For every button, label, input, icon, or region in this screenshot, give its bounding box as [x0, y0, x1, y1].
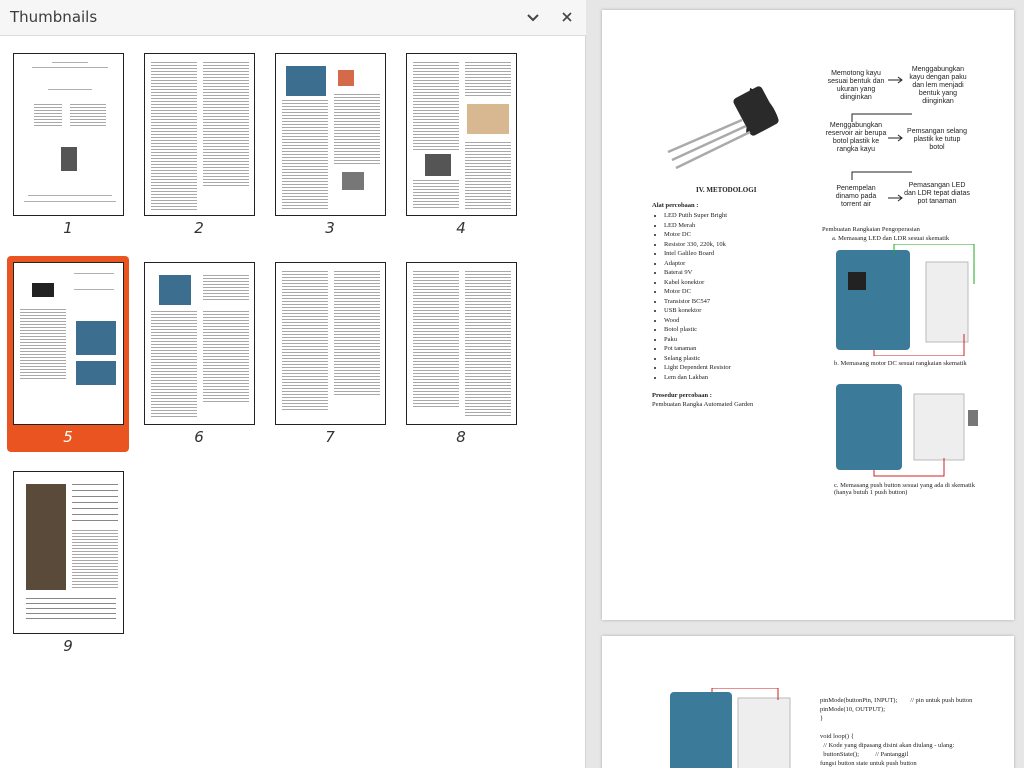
thumbnail-page-7[interactable]: 7	[269, 256, 391, 452]
thumbnails-sidebar: Thumbnails 1 2 3 4 5 6 7 8 9	[0, 0, 586, 768]
thumbnail-page-4[interactable]: 4	[400, 47, 522, 243]
tools-list-item: LED Merah	[664, 221, 731, 231]
tools-list-item: LED Putih Super Bright	[664, 211, 731, 221]
push-button-circuit-image	[670, 688, 791, 768]
procedure-title: Prosedur percobaan :	[652, 392, 712, 399]
step-b: b. Memasang motor DC sesuai rangkaian sk…	[834, 360, 967, 367]
sidebar-title: Thumbnails	[10, 8, 98, 26]
close-icon[interactable]	[556, 7, 578, 29]
thumbnail-page-number: 5	[63, 428, 73, 446]
tools-list-item: Lem dan Lakban	[664, 373, 731, 383]
code-line: // Kode yang dipasang disini akan diulan…	[820, 742, 955, 749]
thumbnail-page-6[interactable]: 6	[138, 256, 260, 452]
thumbnail-page-number: 7	[325, 428, 335, 446]
thumbnail-page-image	[13, 262, 124, 425]
code-line: pinMode(10, OUTPUT);	[820, 706, 885, 713]
document-page-5: Memotong kayu sesuai bentuk dan ukuran y…	[602, 10, 1014, 620]
thumbnail-page-number: 4	[456, 219, 466, 237]
thumbnail-page-number: 1	[63, 219, 73, 237]
tools-list-item: USB konektor	[664, 306, 731, 316]
circuit-title: Pembuatan Rangkaian Pengoperasian	[822, 226, 920, 233]
led-ldr-circuit-image	[836, 244, 975, 356]
tools-list-item: Transistor BC547	[664, 297, 731, 307]
thumbnail-page-image	[144, 262, 255, 425]
step-c: c. Memasang push button sesuai yang ada …	[834, 482, 975, 496]
tools-list-item: Intel Galileo Board	[664, 249, 731, 259]
tools-list: LED Putih Super BrightLED MerahMotor DCR…	[664, 211, 731, 382]
thumbnail-page-9[interactable]: 9	[7, 465, 129, 661]
tools-list-item: Baterai 9V	[664, 268, 731, 278]
sidebar-header: Thumbnails	[0, 0, 586, 36]
thumbnail-page-image	[275, 262, 386, 425]
flow-box-2: Menggabungkan kayu dengan paku dan lem m…	[909, 66, 967, 105]
thumbnail-page-8[interactable]: 8	[400, 256, 522, 452]
tools-list-item: Selang plastic	[664, 354, 731, 364]
code-line: pinMode(buttonPin, INPUT); // pin untuk …	[820, 697, 973, 704]
step-a: a. Memasang LED dan LDR sesuai skematik	[832, 235, 950, 242]
thumbnail-page-1[interactable]: 1	[7, 47, 129, 243]
tools-list-item: Wood	[664, 316, 731, 326]
thumbnail-page-image	[275, 53, 386, 216]
thumbnail-page-5[interactable]: 5	[7, 256, 129, 452]
transistor-image	[667, 86, 779, 170]
thumbnail-page-image	[13, 471, 124, 634]
thumbnail-page-number: 8	[456, 428, 466, 446]
thumbnail-page-image	[406, 53, 517, 216]
flow-box-6: Pemasangan LED dan LDR tepat diatas pot …	[904, 182, 970, 205]
tools-title: Alat percobaan :	[652, 202, 699, 209]
document-view[interactable]: Memotong kayu sesuai bentuk dan ukuran y…	[586, 0, 1024, 768]
thumbnail-page-2[interactable]: 2	[138, 47, 260, 243]
tools-list-item: Adaptor	[664, 259, 731, 269]
tools-list-item: Light Dependent Resistor	[664, 363, 731, 373]
chevron-down-icon[interactable]	[522, 7, 544, 29]
thumbnail-page-number: 3	[325, 219, 335, 237]
tools-list-item: Botol plastic	[664, 325, 731, 335]
thumbnail-page-number: 6	[194, 428, 204, 446]
tools-list-item: Motor DC	[664, 230, 731, 240]
flow-arrows	[851, 76, 912, 202]
tools-list-item: Motor DC	[664, 287, 731, 297]
thumbnail-page-image	[406, 262, 517, 425]
code-line: }	[820, 715, 824, 722]
code-line: buttonState(); // Pantanggil	[820, 751, 909, 758]
thumbnail-page-number: 9	[63, 637, 73, 655]
document-viewer-window: Thumbnails 1 2 3 4 5 6 7 8 9 Memotong ka…	[0, 0, 1024, 768]
tools-list-item: Pot tanaman	[664, 344, 731, 354]
tools-list-item: Paku	[664, 335, 731, 345]
tools-list-item: Kabel konektor	[664, 278, 731, 288]
motor-circuit-image	[836, 384, 978, 477]
thumbnail-page-3[interactable]: 3	[269, 47, 391, 243]
thumbnail-page-image	[13, 53, 124, 216]
thumbnail-page-number: 2	[194, 219, 204, 237]
document-page-6: pinMode(buttonPin, INPUT); // pin untuk …	[602, 636, 1014, 768]
flow-box-4: Pemsangan selang plastik ke tutup botol	[907, 128, 967, 151]
procedure-text: Pembuatan Rangka Automated Garden	[652, 401, 754, 408]
thumbnail-page-image	[144, 53, 255, 216]
code-line: void loop() {	[820, 733, 854, 740]
code-line: fungsi button state untuk push button	[820, 760, 917, 767]
section-heading: IV. METODOLOGI	[696, 186, 757, 194]
tools-list-item: Resistor 330, 220k, 10k	[664, 240, 731, 250]
code-block: pinMode(buttonPin, INPUT); // pin untuk …	[820, 696, 973, 768]
